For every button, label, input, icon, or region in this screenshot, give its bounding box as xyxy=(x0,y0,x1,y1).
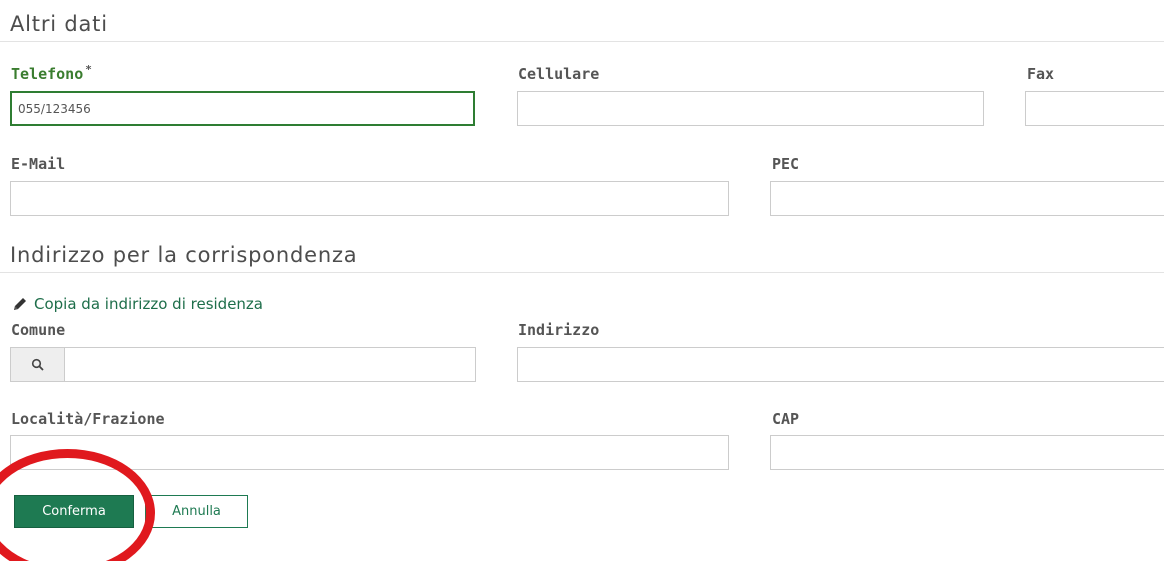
cellulare-input[interactable] xyxy=(517,91,984,126)
fax-input[interactable] xyxy=(1025,91,1164,126)
localita-input[interactable] xyxy=(10,435,729,470)
cellulare-label: Cellulare xyxy=(518,65,600,83)
telefono-input[interactable] xyxy=(10,91,475,126)
pec-input[interactable] xyxy=(770,181,1164,216)
required-marker: * xyxy=(85,63,92,76)
confirm-button[interactable]: Conferma xyxy=(14,495,134,528)
section-divider xyxy=(0,41,1164,42)
form-page: Altri dati Telefono* Cellulare Fax E-Mai… xyxy=(0,0,1164,561)
section-divider xyxy=(0,272,1164,273)
comune-label: Comune xyxy=(11,321,66,339)
copy-address-link-label: Copia da indirizzo di residenza xyxy=(34,295,263,313)
comune-input[interactable] xyxy=(64,347,476,382)
cap-input[interactable] xyxy=(770,435,1164,470)
email-label: E-Mail xyxy=(11,155,66,173)
pec-label: PEC xyxy=(772,155,800,173)
section-title-indirizzo: Indirizzo per la corrispondenza xyxy=(10,243,358,267)
email-input[interactable] xyxy=(10,181,729,216)
indirizzo-input[interactable] xyxy=(517,347,1164,382)
cap-label: CAP xyxy=(772,410,800,428)
localita-label: Località/Frazione xyxy=(11,410,165,428)
pencil-icon xyxy=(14,298,26,310)
section-title-altri-dati: Altri dati xyxy=(10,12,108,36)
comune-search-button[interactable] xyxy=(10,347,65,382)
indirizzo-label: Indirizzo xyxy=(518,321,600,339)
search-icon xyxy=(31,358,44,371)
fax-label: Fax xyxy=(1027,65,1055,83)
telefono-label-text: Telefono xyxy=(11,65,84,83)
telefono-label: Telefono * xyxy=(11,63,92,83)
copy-address-link[interactable]: Copia da indirizzo di residenza xyxy=(12,295,263,313)
cancel-button[interactable]: Annulla xyxy=(145,495,248,528)
